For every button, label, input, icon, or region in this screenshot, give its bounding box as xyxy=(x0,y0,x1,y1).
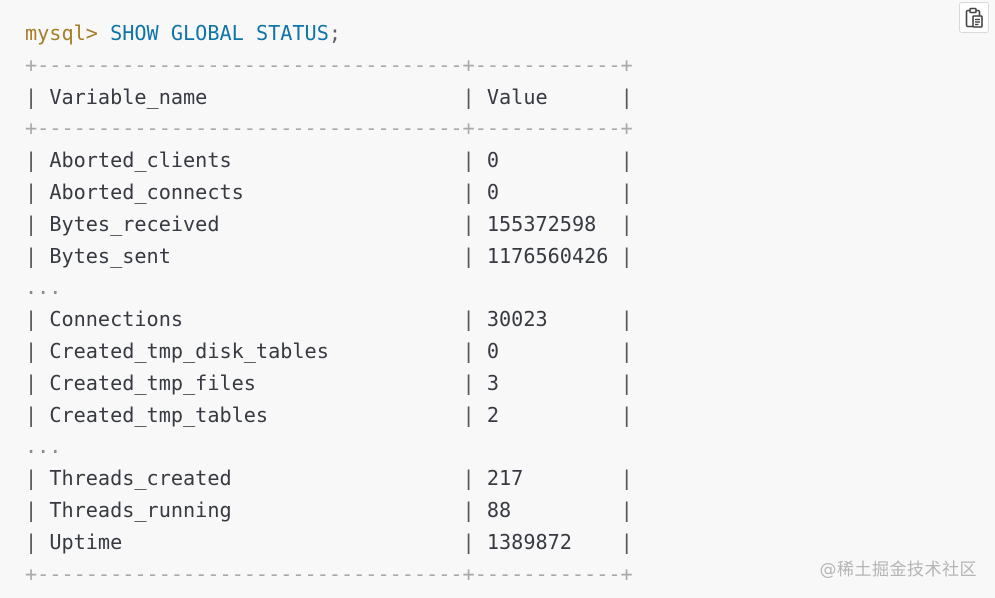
table-row: | Threads_running | 88 | xyxy=(25,495,633,527)
row-value: 2 xyxy=(486,402,609,427)
row-value: 30023 xyxy=(486,307,609,332)
table-pipe: | xyxy=(608,211,633,236)
table-pipe: | xyxy=(25,84,50,109)
table-pipe: | xyxy=(25,466,50,491)
table-pipe: | xyxy=(608,466,633,491)
row-value: 1176560426 xyxy=(486,243,609,268)
row-value: 0 xyxy=(486,179,609,204)
table-pipe: | xyxy=(608,243,633,268)
table-rows-group-2: | Connections | 30023 | | Created_tmp_dis… xyxy=(25,304,633,431)
row-variable-name: Bytes_received xyxy=(49,211,451,236)
table-pipe: | xyxy=(25,148,50,173)
watermark: @稀土掘金技术社区 xyxy=(819,560,977,580)
table-border-top: +-----------------------------------+---… xyxy=(25,52,633,77)
table-pipe: | xyxy=(608,402,633,427)
sql-terminator: ; xyxy=(328,21,342,45)
table-pipe: | xyxy=(450,370,487,395)
table-rows-group-3: | Threads_created | 217 | | Threads_runni… xyxy=(25,463,633,558)
table-pipe: | xyxy=(608,529,633,554)
table-pipe: | xyxy=(25,497,50,522)
table-row: | Bytes_received | 155372598 | xyxy=(25,209,633,241)
copy-code-button[interactable] xyxy=(959,2,989,33)
row-variable-name: Bytes_sent xyxy=(49,243,451,268)
table-row: | Aborted_connects | 0 | xyxy=(25,177,633,209)
sql-output-code-block: mysql> SHOW GLOBAL STATUS; +-------------… xyxy=(25,18,633,590)
table-pipe: | xyxy=(450,529,487,554)
table-pipe: | xyxy=(25,338,50,363)
row-variable-name: Threads_created xyxy=(49,466,451,491)
table-pipe: | xyxy=(450,497,487,522)
table-pipe: | xyxy=(25,211,50,236)
table-pipe: | xyxy=(25,307,50,332)
table-pipe: | xyxy=(25,402,50,427)
clipboard-icon xyxy=(965,7,983,28)
row-value: 0 xyxy=(486,338,609,363)
mysql-prompt: mysql> xyxy=(25,21,98,45)
table-pipe: | xyxy=(450,243,487,268)
row-variable-name: Threads_running xyxy=(49,497,451,522)
table-pipe: | xyxy=(450,179,487,204)
row-value: 88 xyxy=(486,497,609,522)
sql-command: SHOW GLOBAL STATUS xyxy=(110,21,329,45)
row-value: 155372598 xyxy=(486,211,609,236)
table-pipe: | xyxy=(450,148,487,173)
table-pipe: | xyxy=(450,402,487,427)
row-variable-name: Created_tmp_tables xyxy=(49,402,451,427)
table-row: | Uptime | 1389872 | xyxy=(25,527,633,559)
row-variable-name: Created_tmp_files xyxy=(49,370,451,395)
row-variable-name: Created_tmp_disk_tables xyxy=(49,338,451,363)
ellipsis-line: ... xyxy=(25,434,62,459)
table-pipe: | xyxy=(608,84,633,109)
table-pipe: | xyxy=(25,179,50,204)
table-row: | Bytes_sent | 1176560426 | xyxy=(25,241,633,273)
table-pipe: | xyxy=(450,466,487,491)
table-row: | Threads_created | 217 | xyxy=(25,463,633,495)
table-border-bottom: +-----------------------------------+---… xyxy=(25,561,633,586)
table-pipe: | xyxy=(608,338,633,363)
row-value: 0 xyxy=(486,148,609,173)
table-pipe: | xyxy=(608,307,633,332)
table-pipe: | xyxy=(25,370,50,395)
query-line: mysql> SHOW GLOBAL STATUS; xyxy=(25,18,633,50)
row-value: 1389872 xyxy=(486,529,609,554)
table-header-separator: +-----------------------------------+---… xyxy=(25,116,633,141)
table-header-row: | Variable_name | Value | xyxy=(25,82,633,114)
table-pipe: | xyxy=(608,370,633,395)
table-pipe: | xyxy=(450,84,487,109)
table-pipe: | xyxy=(608,179,633,204)
table-pipe: | xyxy=(608,148,633,173)
ellipsis-line: ... xyxy=(25,275,62,300)
row-variable-name: Uptime xyxy=(49,529,451,554)
table-row: | Aborted_clients | 0 | xyxy=(25,145,633,177)
table-pipe: | xyxy=(450,307,487,332)
table-row: | Created_tmp_tables | 2 | xyxy=(25,400,633,432)
row-variable-name: Connections xyxy=(49,307,451,332)
table-pipe: | xyxy=(25,529,50,554)
table-row: | Connections | 30023 | xyxy=(25,304,633,336)
table-row: | Created_tmp_files | 3 | xyxy=(25,368,633,400)
table-pipe: | xyxy=(608,497,633,522)
row-value: 3 xyxy=(486,370,609,395)
row-variable-name: Aborted_connects xyxy=(49,179,451,204)
table-row: | Created_tmp_disk_tables | 0 | xyxy=(25,336,633,368)
table-rows-group-1: | Aborted_clients | 0 | | Aborted_connect… xyxy=(25,145,633,272)
header-variable-name: Variable_name xyxy=(49,84,451,109)
header-value: Value xyxy=(486,84,609,109)
table-pipe: | xyxy=(25,243,50,268)
row-value: 217 xyxy=(486,466,609,491)
row-variable-name: Aborted_clients xyxy=(49,148,451,173)
table-pipe: | xyxy=(450,338,487,363)
table-pipe: | xyxy=(450,211,487,236)
